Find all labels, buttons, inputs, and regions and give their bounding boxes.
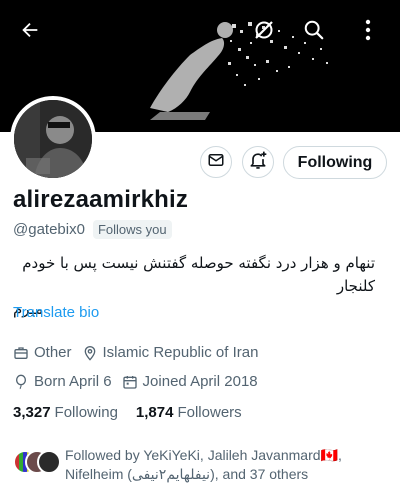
joined-item: Joined April 2018 bbox=[122, 373, 258, 390]
user-handle: @gatebix0 bbox=[13, 221, 85, 238]
mutual-avatars bbox=[13, 450, 63, 478]
category-item: Other bbox=[13, 344, 72, 361]
follows-you-badge: Follows you bbox=[92, 220, 172, 239]
avatar[interactable] bbox=[10, 96, 96, 182]
mutual-avatar-3 bbox=[37, 450, 61, 474]
followers-label: Followers bbox=[177, 404, 242, 421]
born-item: Born April 6 bbox=[13, 373, 112, 390]
message-button[interactable] bbox=[200, 146, 232, 178]
followed-by-text: Followed by YeKiYeKi, Jalileh Javanmard🇨… bbox=[65, 446, 395, 484]
following-count: 3,327 bbox=[13, 404, 51, 421]
followers-count-link[interactable]: 1,874 Followers bbox=[136, 404, 242, 421]
translate-bio-link[interactable]: Translate bio bbox=[13, 304, 99, 321]
location-pin-icon bbox=[82, 345, 98, 361]
grok-button[interactable] bbox=[248, 14, 280, 46]
profile-meta-row-2: Born April 6 Joined April 2018 bbox=[13, 373, 268, 390]
back-button[interactable] bbox=[14, 14, 46, 46]
category-text: Other bbox=[34, 344, 72, 361]
following-button[interactable]: Following bbox=[283, 146, 387, 179]
born-text: Born April 6 bbox=[34, 373, 112, 390]
location-text: Islamic Republic of Iran bbox=[102, 344, 259, 361]
handle-row: @gatebix0 Follows you bbox=[13, 220, 172, 239]
search-icon bbox=[303, 19, 325, 41]
envelope-icon bbox=[207, 151, 225, 174]
calendar-icon bbox=[122, 374, 138, 390]
bell-plus-icon bbox=[248, 150, 268, 175]
followers-count: 1,874 bbox=[135, 404, 174, 421]
display-name: alirezaamirkhiz bbox=[13, 186, 189, 213]
avatar-image bbox=[14, 100, 92, 178]
following-count-link[interactable]: 3,327 Following bbox=[13, 404, 118, 421]
follow-counts: 3,327 Following 1,874 Followers bbox=[13, 404, 260, 421]
followed-by-line-2: Nifelheim (نیفلهایم۲نیفی), and 37 others bbox=[65, 466, 309, 482]
profile-meta-row-1: Other Islamic Republic of Iran bbox=[13, 344, 268, 361]
joined-text: Joined April 2018 bbox=[142, 373, 258, 390]
search-button[interactable] bbox=[298, 14, 330, 46]
more-options-button[interactable] bbox=[352, 14, 384, 46]
grok-icon bbox=[252, 18, 276, 42]
bio-line-1: تنهام و هزار درد نگفته حوصله گفتنش نیست … bbox=[22, 254, 375, 295]
balloon-icon bbox=[13, 374, 29, 390]
notifications-button[interactable] bbox=[242, 146, 274, 178]
followed-by-line-1: Followed by YeKiYeKi, Jalileh Javanmard🇨… bbox=[65, 447, 342, 463]
following-label: Following bbox=[54, 404, 118, 421]
briefcase-icon bbox=[13, 345, 29, 361]
followed-by-section[interactable]: Followed by YeKiYeKi, Jalileh Javanmard🇨… bbox=[13, 446, 393, 486]
arrow-left-icon bbox=[19, 19, 41, 41]
more-vertical-icon bbox=[364, 19, 372, 41]
location-item: Islamic Republic of Iran bbox=[82, 344, 259, 361]
